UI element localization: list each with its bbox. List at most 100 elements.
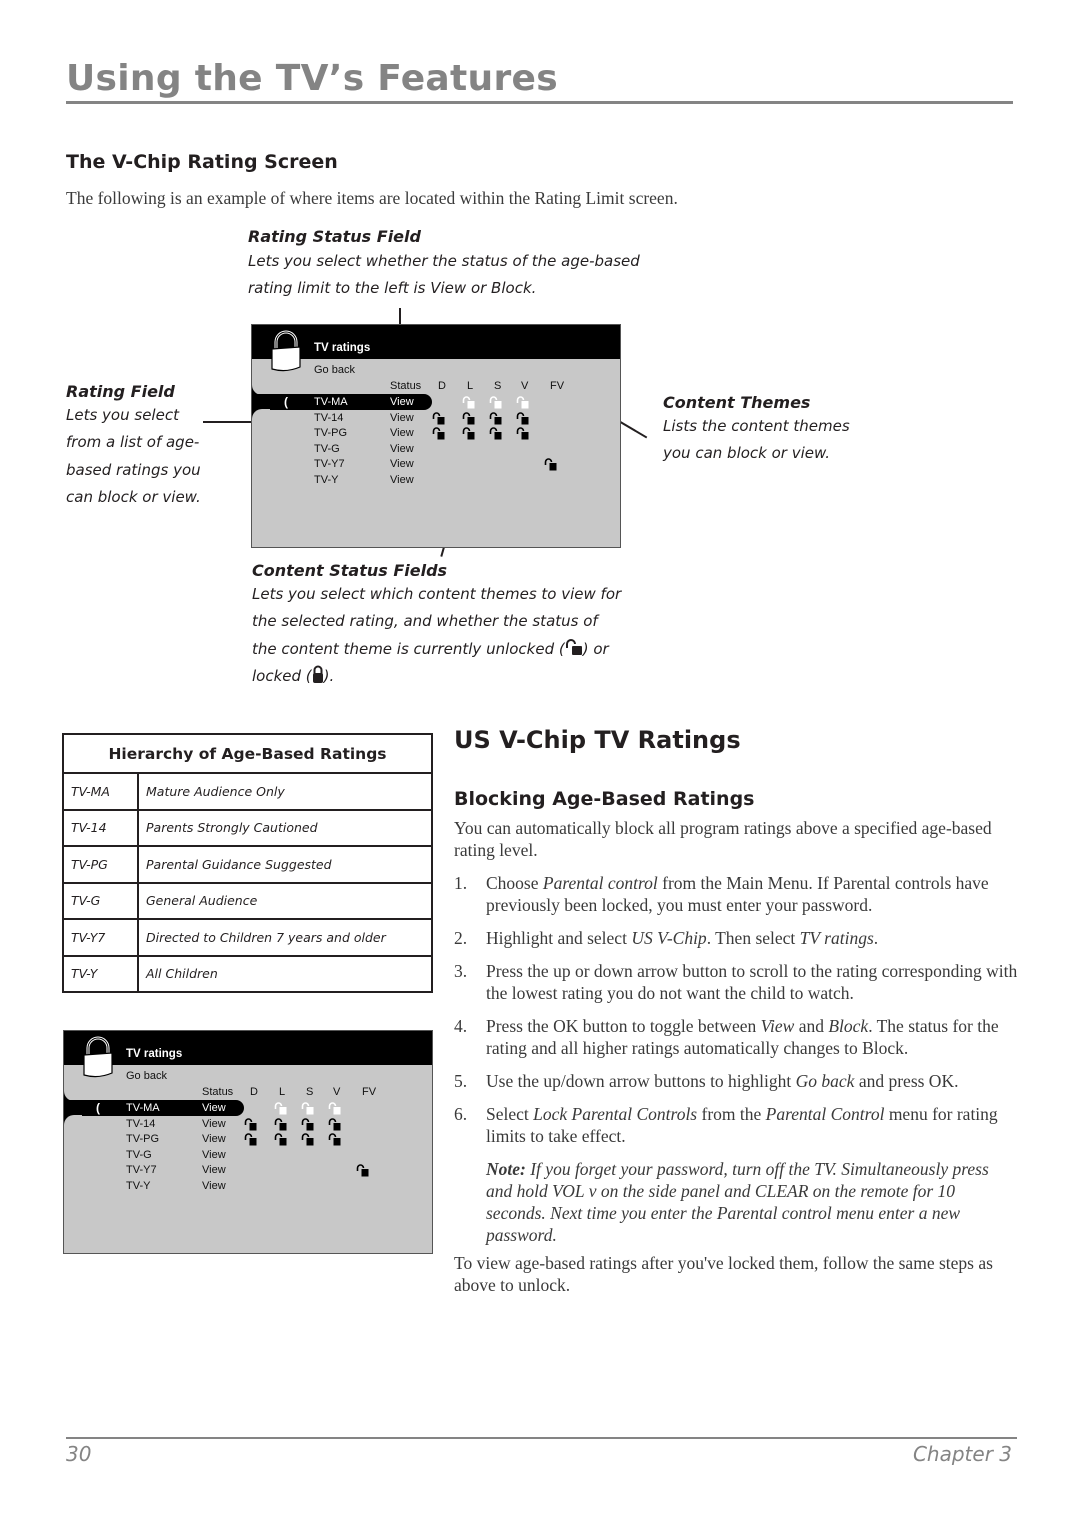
callout-line: Lists the content themes (663, 417, 850, 435)
table-row: TV-14 Parents Strongly Cautioned (63, 808, 432, 846)
callout-title: Rating Field (66, 382, 175, 401)
unlocked-icon[interactable] (274, 1117, 288, 1131)
unlocked-icon[interactable] (328, 1102, 342, 1115)
rating-row[interactable]: TV-Y View (252, 474, 620, 490)
text: locked ( (252, 666, 312, 685)
text: ) or (582, 639, 609, 658)
chapter-label: Chapter 3 (912, 1442, 1012, 1466)
step-number: 1. (454, 873, 468, 893)
unlocked-icon[interactable] (328, 1117, 342, 1131)
page-title: Using the TV’s Features (66, 58, 558, 99)
column-header-d: D (250, 1086, 258, 1098)
rating-status[interactable]: View (202, 1164, 226, 1176)
rating-status[interactable]: View (390, 427, 414, 439)
screen-title-bar (252, 325, 620, 359)
subheading-blocking: Blocking Age-Based Ratings (454, 788, 755, 810)
step-text: Highlight and select (486, 928, 632, 948)
unlocked-icon[interactable] (356, 1164, 370, 1177)
step-text: Choose (486, 873, 543, 893)
rating-description: Mature Audience Only (138, 772, 432, 810)
unlocked-icon[interactable] (274, 1102, 288, 1115)
column-header-s: S (306, 1086, 314, 1098)
rating-row[interactable]: TV-G View (252, 443, 620, 459)
section-heading-us-vchip: US V-Chip TV Ratings (454, 726, 741, 754)
tv-ratings-screen-example: TV ratings Go back Status D L S V FV(TV-MA View T… (63, 1030, 433, 1254)
screen-title-bar (64, 1031, 432, 1065)
rating-row[interactable]: TV-Y View (64, 1180, 432, 1196)
unlocked-icon[interactable] (244, 1133, 258, 1146)
go-back-item[interactable]: Go back (126, 1070, 167, 1082)
callout-title: Content Status Fields (252, 561, 448, 580)
unlocked-icon[interactable] (301, 1102, 315, 1115)
step-item: 4. Press the OK button to toggle between … (454, 1015, 1019, 1059)
column-header-l: L (467, 380, 474, 392)
rating-row[interactable]: TV-MA View (252, 396, 620, 412)
rating-description: Parental Guidance Suggested (138, 845, 432, 883)
rating-status[interactable]: View (202, 1118, 226, 1130)
unlocked-icon[interactable] (462, 411, 476, 425)
steps-container: 1. Choose Parental control from the Main … (454, 872, 1019, 1296)
unlocked-icon[interactable] (432, 427, 446, 440)
unlocked-icon[interactable] (328, 1133, 342, 1146)
step-text: Use the up/down arrow buttons to highlig… (486, 1071, 796, 1091)
unlocked-icon[interactable] (489, 396, 503, 409)
unlocked-icon[interactable] (462, 396, 476, 409)
note: Note: If you forget your password, turn … (454, 1158, 1019, 1246)
table-row: TV-G General Audience (63, 881, 432, 919)
step-number: 2. (454, 928, 468, 948)
rating-name: TV-G (126, 1148, 152, 1161)
rating-row[interactable]: TV-Y7 View (64, 1164, 432, 1180)
rating-row[interactable]: TV-Y7 View (252, 458, 620, 474)
unlocked-icon[interactable] (516, 427, 530, 440)
table-row: TV-PG Parental Guidance Suggested (63, 845, 432, 883)
column-header-status: Status (202, 1086, 234, 1098)
rating-status[interactable]: View (202, 1133, 226, 1145)
hierarchy-table: Hierarchy of Age-Based Ratings TV-MA Matu… (62, 733, 433, 993)
unlocked-icon[interactable] (462, 427, 476, 440)
text: ). (323, 666, 335, 685)
blocking-intro: You can automatically block all program … (454, 818, 992, 860)
unlocked-icon[interactable] (489, 427, 503, 440)
rating-status[interactable]: View (390, 412, 414, 424)
rating-status[interactable]: View (390, 443, 414, 455)
rating-status[interactable]: View (202, 1180, 226, 1192)
column-header-status: Status (390, 380, 422, 392)
unlocked-icon[interactable] (432, 411, 446, 425)
padlock-icon (83, 1036, 113, 1078)
unlocked-icon[interactable] (301, 1133, 315, 1146)
step-emphasis: Parental Control (765, 1104, 885, 1124)
step-item: 3. Press the up or down arrow button to s… (454, 960, 1019, 1004)
padlock-icon (271, 330, 301, 372)
rating-name: TV-Y7 (314, 458, 345, 471)
rating-row[interactable]: TV-G View (64, 1149, 432, 1165)
unlocked-icon[interactable] (489, 411, 503, 425)
unlocked-icon[interactable] (516, 396, 530, 409)
unlocked-icon[interactable] (516, 411, 530, 425)
rating-status[interactable]: View (202, 1102, 226, 1114)
unlocked-icon[interactable] (301, 1117, 315, 1131)
rating-code: TV-G (63, 881, 139, 919)
callout-title: Content Themes (663, 393, 811, 412)
go-back-item[interactable]: Go back (314, 364, 355, 376)
step-number: 3. (454, 961, 468, 981)
step-text: and press OK. (854, 1071, 959, 1091)
rating-name: TV-PG (314, 427, 348, 440)
rating-status[interactable]: View (202, 1149, 226, 1161)
title-rule (66, 101, 1013, 104)
rating-status[interactable]: View (390, 396, 414, 408)
rating-row[interactable]: TV-MA View (64, 1102, 432, 1118)
callout-line: the selected rating, and whether the sta… (252, 612, 598, 631)
rating-code: TV-PG (63, 845, 139, 883)
unlocked-icon[interactable] (244, 1117, 258, 1131)
unlocked-icon[interactable] (274, 1133, 288, 1146)
callout-rating-field: Rating Field Lets you select from a list… (66, 382, 201, 511)
unlocked-icon (565, 638, 582, 655)
step-emphasis: Parental control (542, 873, 658, 893)
step-item: 6. Select Lock Parental Controls from the… (454, 1103, 1019, 1147)
rating-status[interactable]: View (390, 474, 414, 486)
step-text: Select (486, 1104, 534, 1124)
screen-title: TV ratings (314, 342, 371, 354)
rating-status[interactable]: View (390, 458, 414, 470)
unlocked-icon[interactable] (544, 458, 558, 471)
rating-name: TV-14 (314, 411, 344, 424)
